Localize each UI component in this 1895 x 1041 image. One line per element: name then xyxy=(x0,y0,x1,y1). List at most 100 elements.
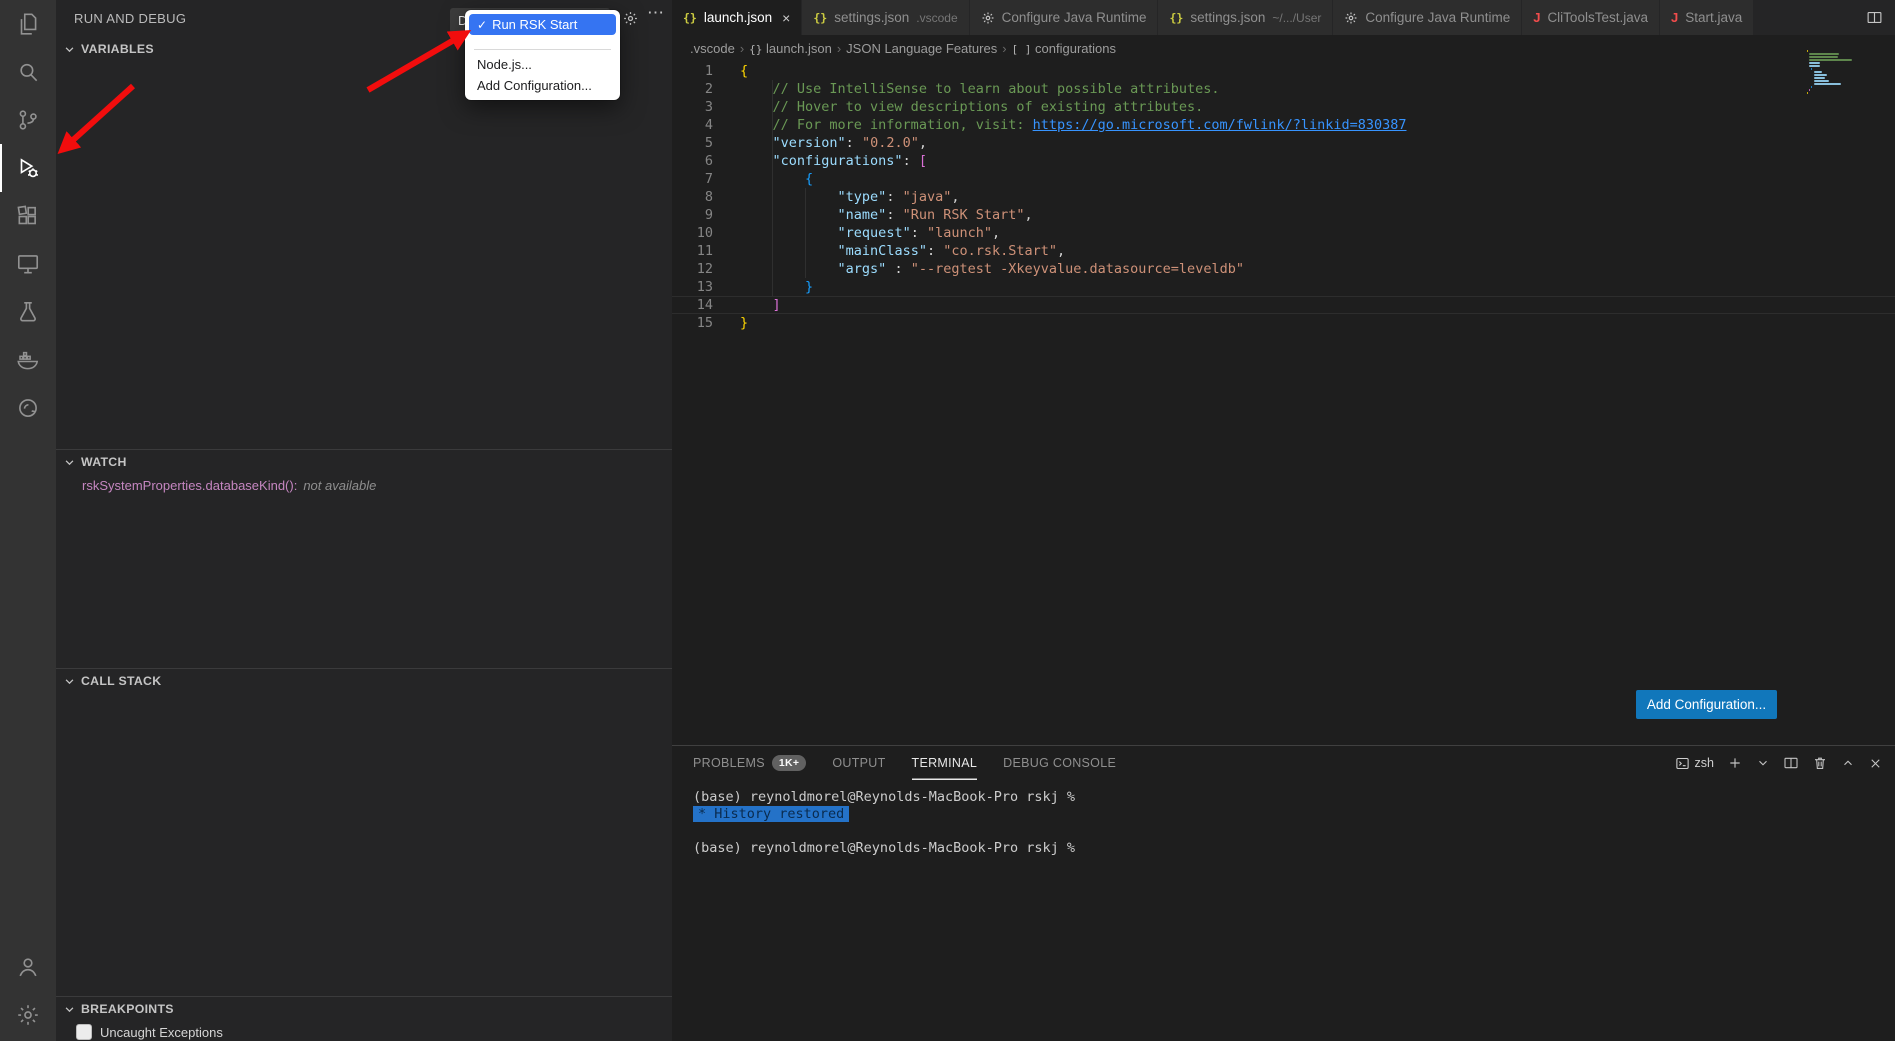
menu-spacer xyxy=(469,35,616,47)
editor-tab-start-java[interactable]: JStart.java xyxy=(1660,0,1754,35)
uncaught-exceptions-label: Uncaught Exceptions xyxy=(100,1025,223,1040)
checkmark-icon: ✓ xyxy=(477,18,487,32)
breadcrumb-item--vscode[interactable]: .vscode xyxy=(690,41,735,56)
line-number: 5 xyxy=(672,134,713,152)
panel-tab-output[interactable]: OUTPUT xyxy=(832,746,885,780)
minimap-line xyxy=(1814,83,1842,85)
panel-tab-label: OUTPUT xyxy=(832,756,885,770)
new-terminal-plus-icon[interactable] xyxy=(1727,755,1743,771)
code-line-8[interactable]: 8 "type": "java", xyxy=(672,188,1895,206)
remote-explorer-icon[interactable] xyxy=(0,240,56,288)
code-line-11[interactable]: 11 "mainClass": "co.rsk.Start", xyxy=(672,242,1895,260)
panel-tab-terminal[interactable]: TERMINAL xyxy=(912,746,978,780)
watch-expression-row[interactable]: rskSystemProperties.databaseKind():not a… xyxy=(82,478,672,493)
code-line-14[interactable]: 14 ] xyxy=(672,296,1895,314)
code-line-5[interactable]: 5 "version": "0.2.0", xyxy=(672,134,1895,152)
explorer-icon[interactable] xyxy=(0,0,56,48)
maximize-panel-chevron-up-icon[interactable] xyxy=(1841,756,1855,770)
editor-tab-configure-java-runtime[interactable]: Configure Java Runtime xyxy=(1333,0,1522,35)
line-number: 9 xyxy=(672,206,713,224)
panel-tab-problems[interactable]: PROBLEMS1K+ xyxy=(693,746,806,780)
json-file-icon: {} xyxy=(1169,11,1183,25)
code-line-10[interactable]: 10 "request": "launch", xyxy=(672,224,1895,242)
watch-section-header[interactable]: WATCH xyxy=(56,450,672,474)
code-line-13[interactable]: 13 } xyxy=(672,278,1895,296)
breadcrumb-item-launch-json[interactable]: {} launch.json xyxy=(749,41,832,56)
code-line-1[interactable]: 1{ xyxy=(672,62,1895,80)
breadcrumb-label: configurations xyxy=(1035,41,1116,56)
gradle-icon[interactable] xyxy=(0,384,56,432)
docker-icon[interactable] xyxy=(0,336,56,384)
split-terminal-icon[interactable] xyxy=(1783,755,1799,771)
testing-icon[interactable] xyxy=(0,288,56,336)
terminal-output[interactable]: (base) reynoldmorel@Reynolds-MacBook-Pro… xyxy=(672,780,1895,857)
breakpoints-section-header[interactable]: BREAKPOINTS xyxy=(56,997,672,1021)
code-text: ] xyxy=(713,296,781,314)
breadcrumb-item-json-language-features[interactable]: JSON Language Features xyxy=(846,41,997,56)
editor-tab-launch-json[interactable]: {}launch.json× xyxy=(672,0,802,35)
tab-detail: ~/.../User xyxy=(1272,11,1321,25)
line-number: 7 xyxy=(672,170,713,188)
code-text: } xyxy=(713,278,813,296)
add-configuration-button[interactable]: Add Configuration... xyxy=(1636,690,1777,719)
code-text: "version": "0.2.0", xyxy=(713,134,927,152)
minimap[interactable] xyxy=(1807,50,1869,95)
indent-guide xyxy=(772,80,773,296)
extensions-icon[interactable] xyxy=(0,192,56,240)
kill-terminal-trash-icon[interactable] xyxy=(1812,755,1828,771)
json-file-icon: {} xyxy=(813,11,827,25)
line-number: 6 xyxy=(672,152,713,170)
line-number: 13 xyxy=(672,278,713,296)
code-line-3[interactable]: 3 // Hover to view descriptions of exist… xyxy=(672,98,1895,116)
editor-area: {}launch.json×{}settings.json.vscodeConf… xyxy=(672,0,1895,1041)
editor-tab-settings-json[interactable]: {}settings.json.vscode xyxy=(802,0,969,35)
java-file-icon: J xyxy=(1533,10,1540,25)
minimap-line xyxy=(1807,50,1808,52)
run-and-debug-icon[interactable] xyxy=(0,144,56,192)
editor-tab-settings-json[interactable]: {}settings.json~/.../User xyxy=(1158,0,1333,35)
more-actions-icon[interactable]: ⋯ xyxy=(647,3,665,23)
launch-profile-chevron-down-icon[interactable] xyxy=(1756,756,1770,770)
debug-settings-gear-icon[interactable] xyxy=(622,10,639,27)
code-text: "mainClass": "co.rsk.Start", xyxy=(713,242,1065,260)
panel-tab-debug-console[interactable]: DEBUG CONSOLE xyxy=(1003,746,1116,780)
terminal-shell-select[interactable]: zsh xyxy=(1675,756,1714,771)
code-line-12[interactable]: 12 "args" : "--regtest -Xkeyvalue.dataso… xyxy=(672,260,1895,278)
settings-gear-icon[interactable] xyxy=(0,991,56,1039)
minimap-line xyxy=(1814,74,1827,76)
call-stack-section-header[interactable]: CALL STACK xyxy=(56,669,672,693)
split-editor-icon[interactable] xyxy=(1866,9,1883,26)
code-line-2[interactable]: 2 // Use IntelliSense to learn about pos… xyxy=(672,80,1895,98)
breadcrumb-item-configurations[interactable]: [ ] configurations xyxy=(1012,41,1116,56)
line-number: 4 xyxy=(672,116,713,134)
code-line-7[interactable]: 7 { xyxy=(672,170,1895,188)
code-editor[interactable]: 1{2 // Use IntelliSense to learn about p… xyxy=(672,62,1895,402)
code-line-15[interactable]: 15} xyxy=(672,314,1895,332)
config-dropdown-menu: ✓ Run RSK Start Node.js... Add Configura… xyxy=(465,10,620,100)
editor-tabs: {}launch.json×{}settings.json.vscodeConf… xyxy=(672,0,1854,35)
editor-tab-clitoolstest-java[interactable]: J CliToolsTest.java xyxy=(1522,0,1660,35)
editor-tab-configure-java-runtime[interactable]: Configure Java Runtime xyxy=(970,0,1159,35)
code-line-9[interactable]: 9 "name": "Run RSK Start", xyxy=(672,206,1895,224)
menu-item-run-rsk-start[interactable]: ✓ Run RSK Start xyxy=(469,14,616,35)
tab-label: CliToolsTest.java xyxy=(1547,10,1648,25)
source-control-icon[interactable] xyxy=(0,96,56,144)
code-line-6[interactable]: 6 "configurations": [ xyxy=(672,152,1895,170)
code-line-4[interactable]: 4 // For more information, visit: https:… xyxy=(672,116,1895,134)
minimap-line xyxy=(1807,92,1808,94)
menu-item-add-configuration[interactable]: Add Configuration... xyxy=(469,75,616,96)
search-icon[interactable] xyxy=(0,48,56,96)
breadcrumb-separator-icon: › xyxy=(837,41,841,56)
close-panel-icon[interactable] xyxy=(1868,756,1883,771)
menu-item-label: Run RSK Start xyxy=(492,17,577,32)
line-number: 8 xyxy=(672,188,713,206)
sidebar-title: RUN AND DEBUG xyxy=(74,11,186,26)
menu-item-nodejs[interactable]: Node.js... xyxy=(469,54,616,75)
tab-bar-actions xyxy=(1854,0,1895,35)
uncaught-exceptions-checkbox[interactable] xyxy=(76,1024,92,1040)
code-text: // For more information, visit: https://… xyxy=(713,116,1406,134)
terminal-line: (base) reynoldmorel@Reynolds-MacBook-Pro… xyxy=(693,840,1895,857)
close-tab-icon[interactable]: × xyxy=(782,10,790,26)
account-icon[interactable] xyxy=(0,943,56,991)
json-symbol-icon: {} xyxy=(749,43,762,56)
